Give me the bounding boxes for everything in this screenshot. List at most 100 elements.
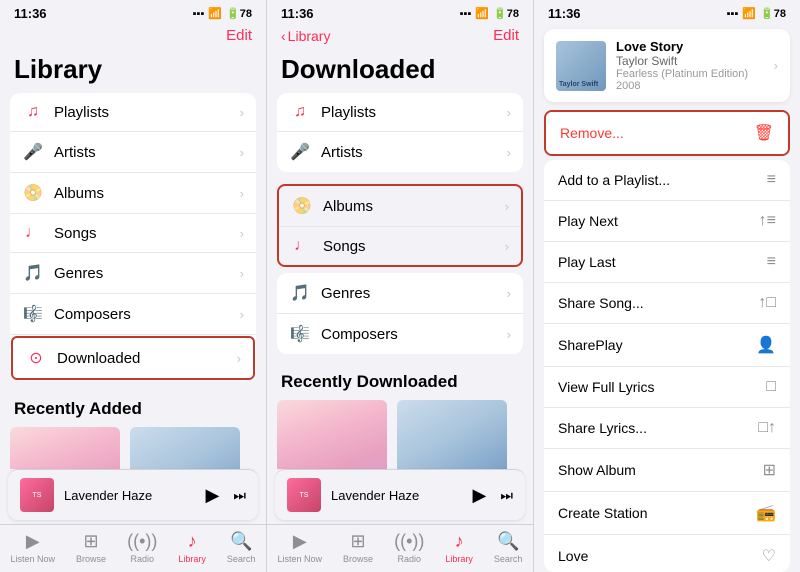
dl-album-lover-container[interactable]: Lover Lover [277,400,387,469]
albums-chevron: › [240,186,244,201]
context-show-album[interactable]: Show Album ⊞ [544,449,790,492]
edit-button-1[interactable]: Edit [226,27,252,44]
tab-browse-icon-2: ⊞ [351,531,366,552]
tab-radio-label-1: Radio [130,554,154,564]
battery-icon-2: 🔋78 [493,7,519,20]
dl-songs-label: Songs [323,238,505,255]
tab-browse-2[interactable]: ⊞ Browse [343,531,373,564]
library-item-albums[interactable]: 📀 Albums › [10,173,256,214]
mini-next-1[interactable]: ⏭ [233,487,246,504]
tab-library-1[interactable]: ♪ Library [178,531,206,564]
context-love[interactable]: Love ♡ [544,535,790,572]
library-item-genres[interactable]: 🎵 Genres › [10,253,256,294]
tab-listen-now-2[interactable]: ▶ Listen Now [278,531,323,564]
downloaded-item-playlists[interactable]: ♫ Playlists › [277,93,523,132]
downloaded-icon: ⊙ [25,348,47,368]
composers-label: Composers [54,306,240,323]
mini-player-2[interactable]: TS Lavender Haze ▶ ⏭ [275,469,525,520]
back-button-2[interactable]: ‹ Library [281,28,330,44]
composers-chevron: › [240,307,244,322]
context-share-song[interactable]: Share Song... ↑□ [544,283,790,324]
add-playlist-icon: ≡ [767,171,776,189]
album-lover-container[interactable]: Lover [10,427,120,469]
dl-artists-label: Artists [321,144,507,161]
playlists-icon: ♫ [22,103,44,121]
dl-albums-label: Albums [323,198,505,215]
remove-trash-icon: 🗑 [754,123,774,143]
downloaded-item-artists[interactable]: 🎤 Artists › [277,132,523,172]
context-play-next[interactable]: Play Next ↑≡ [544,201,790,242]
tab-library-label-2: Library [445,554,473,564]
share-lyrics-icon: □↑ [758,419,776,437]
dl-album-lover-thumb: Lover [277,400,387,469]
dl-albums-chevron: › [505,199,509,214]
tab-search-label-1: Search [227,554,256,564]
library-title: Library [0,50,266,93]
library-item-composers[interactable]: 🎼 Composers › [10,294,256,335]
tab-radio-1[interactable]: ((•)) Radio [127,531,157,564]
tab-library-icon-1: ♪ [188,531,197,552]
context-create-station[interactable]: Create Station 📻 [544,492,790,535]
context-shareplay[interactable]: SharePlay 👤 [544,324,790,367]
tab-browse-label-1: Browse [76,554,106,564]
highlight-albums-songs: 📀 Albums › ♩ Songs › [277,184,523,267]
play-next-icon: ↑≡ [759,212,776,230]
add-playlist-label: Add to a Playlist... [558,172,670,188]
mini-play-1[interactable]: ▶ [206,485,220,506]
status-bar-2: 11:36 ▪▪▪ 📶 🔋78 [267,0,533,25]
context-share-lyrics[interactable]: Share Lyrics... □↑ [544,408,790,449]
library-scroll: ♫ Playlists › 🎤 Artists › 📀 Albums › ♩ S… [0,93,266,469]
tab-listen-now-icon-1: ▶ [26,531,40,552]
time-1: 11:36 [14,6,47,21]
mini-album-art-2: TS [287,478,321,512]
tab-listen-now-1[interactable]: ▶ Listen Now [11,531,56,564]
remove-button[interactable]: Remove... 🗑 [546,112,788,154]
context-add-playlist[interactable]: Add to a Playlist... ≡ [544,160,790,201]
album-1989-container[interactable]: 1989 Taylor Swift DLX [130,427,240,469]
edit-button-2[interactable]: Edit [493,27,519,44]
downloaded-item-songs[interactable]: ♩ Songs › [279,227,521,265]
dl-album-1989-container[interactable]: 1989 Taylor Swift DLX 1989 (Deluxe Editi… [397,400,507,469]
recently-downloaded-title: Recently Downloaded [267,366,533,400]
tab-radio-2[interactable]: ((•)) Radio [394,531,424,564]
play-last-icon: ≡ [767,253,776,271]
status-icons-1: ▪▪▪ 📶 🔋78 [193,7,252,20]
genres-chevron: › [240,266,244,281]
tab-radio-icon-1: ((•)) [127,531,157,552]
downloaded-item-genres[interactable]: 🎵 Genres › [277,273,523,314]
mini-controls-1: ▶ ⏭ [206,485,246,506]
recently-added-title: Recently Added [0,393,266,427]
downloaded-scroll: ♫ Playlists › 🎤 Artists › 📀 Albums › ♩ S… [267,93,533,469]
tab-library-2[interactable]: ♪ Library [445,531,473,564]
songs-chevron: › [240,226,244,241]
downloaded-item-albums[interactable]: 📀 Albums › [279,186,521,227]
mini-play-2[interactable]: ▶ [473,485,487,506]
downloaded-label: Downloaded [57,350,237,367]
dl-genres-label: Genres [321,285,507,302]
tab-search-2[interactable]: 🔍 Search [494,531,523,564]
mini-player-1[interactable]: TS Lavender Haze ▶ ⏭ [8,469,258,520]
playlists-chevron: › [240,105,244,120]
mini-next-2[interactable]: ⏭ [500,487,513,504]
tab-listen-now-icon-2: ▶ [293,531,307,552]
downloaded-item-composers[interactable]: 🎼 Composers › [277,314,523,354]
tab-search-1[interactable]: 🔍 Search [227,531,256,564]
library-item-songs[interactable]: ♩ Songs › [10,214,256,253]
wifi-icon-3: 📶 [742,7,756,20]
context-play-last[interactable]: Play Last ≡ [544,242,790,283]
context-full-lyrics[interactable]: View Full Lyrics □ [544,367,790,408]
nav-bar-2: ‹ Library Edit [267,25,533,50]
mini-song-info-2: Lavender Haze [331,488,463,503]
tab-search-icon-2: 🔍 [497,531,519,552]
time-3: 11:36 [548,6,581,21]
library-item-playlists[interactable]: ♫ Playlists › [10,93,256,132]
dl-artists-icon: 🎤 [289,142,311,162]
library-item-artists[interactable]: 🎤 Artists › [10,132,256,173]
share-song-icon: ↑□ [758,294,776,312]
love-icon: ♡ [762,546,776,566]
library-item-downloaded[interactable]: ⊙ Downloaded › [11,336,255,380]
song-preview-card[interactable]: Taylor Swift Love Story Taylor Swift Fea… [544,29,790,102]
tab-browse-1[interactable]: ⊞ Browse [76,531,106,564]
genres-icon: 🎵 [22,263,44,283]
tab-bar-1: ▶ Listen Now ⊞ Browse ((•)) Radio ♪ Libr… [0,524,266,572]
